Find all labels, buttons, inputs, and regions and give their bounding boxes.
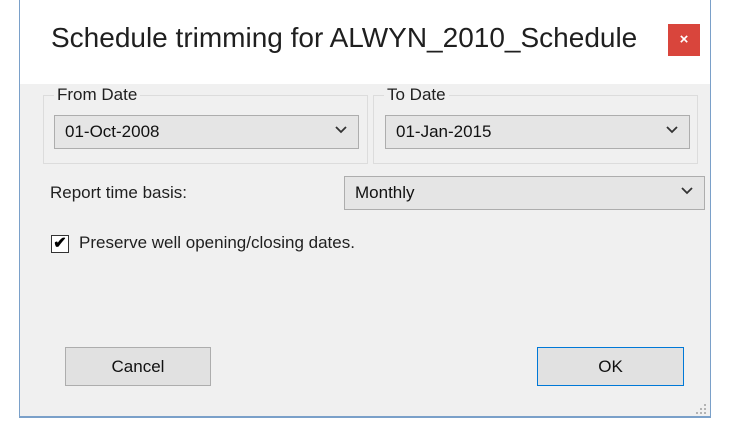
to-date-group: To Date 01-Jan-2015 [373, 85, 698, 164]
checkmark-icon: ✔ [53, 235, 67, 252]
to-date-dropdown[interactable]: 01-Jan-2015 [385, 115, 690, 149]
cancel-button[interactable]: Cancel [65, 347, 211, 386]
dialog-window: Schedule trimming for ALWYN_2010_Schedul… [19, 0, 711, 418]
chevron-down-icon [665, 122, 679, 139]
from-date-label: From Date [54, 85, 141, 105]
dialog-client-area: From Date 01-Oct-2008 To Date 01-Jan-201… [20, 84, 710, 418]
report-time-basis-value: Monthly [355, 183, 415, 202]
window-title: Schedule trimming for ALWYN_2010_Schedul… [51, 22, 638, 53]
to-date-value: 01-Jan-2015 [396, 122, 492, 141]
window-bottom-border [20, 416, 710, 417]
report-time-basis-label: Report time basis: [50, 183, 187, 202]
resize-grip-icon[interactable] [695, 403, 707, 415]
report-time-basis-dropdown[interactable]: Monthly [344, 176, 705, 210]
chevron-down-icon [334, 122, 348, 139]
preserve-dates-label[interactable]: Preserve well opening/closing dates. [79, 233, 355, 253]
ok-button[interactable]: OK [537, 347, 684, 386]
from-date-group: From Date 01-Oct-2008 [43, 85, 368, 164]
from-date-value: 01-Oct-2008 [65, 122, 160, 141]
preserve-dates-checkbox[interactable]: ✔ [51, 235, 69, 253]
chevron-down-icon [680, 183, 694, 200]
close-icon: × [679, 31, 689, 48]
to-date-label: To Date [384, 85, 449, 105]
title-bar[interactable]: Schedule trimming for ALWYN_2010_Schedul… [19, 0, 711, 84]
from-date-dropdown[interactable]: 01-Oct-2008 [54, 115, 359, 149]
close-button[interactable]: × [668, 24, 700, 56]
